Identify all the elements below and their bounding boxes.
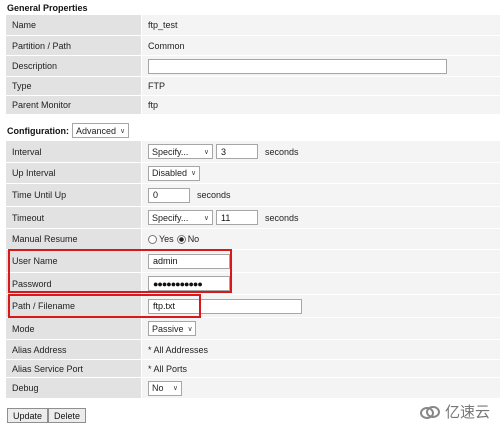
watermark-text: 亿速云 xyxy=(444,404,490,421)
alias-address-value: * All Addresses xyxy=(142,340,500,360)
interval-cell: Specify... ∨ seconds xyxy=(142,141,500,163)
alias-address-label: Alias Address xyxy=(6,340,141,360)
user-name-row: User Name xyxy=(6,250,500,273)
chevron-down-icon: ∨ xyxy=(172,385,178,392)
password-label: Password xyxy=(6,273,141,295)
update-button[interactable]: Update xyxy=(7,408,49,423)
name-value: ftp_test xyxy=(142,15,500,36)
up-interval-select[interactable]: Disabled ∨ xyxy=(148,165,200,181)
debug-cell: No ∨ xyxy=(142,378,500,399)
password-row: Password xyxy=(6,273,500,295)
mode-row: Mode Passive ∨ xyxy=(6,318,500,340)
chevron-down-icon: ∨ xyxy=(187,325,193,333)
parent-monitor-value: ftp xyxy=(142,96,500,115)
interval-row: Interval Specify... ∨ seconds xyxy=(6,141,500,163)
configuration-label: Configuration: xyxy=(7,125,69,136)
description-cell xyxy=(142,56,500,77)
timeout-input[interactable] xyxy=(216,210,258,225)
timeout-unit: seconds xyxy=(265,212,299,223)
delete-button[interactable]: Delete xyxy=(48,408,87,423)
timeout-label: Timeout xyxy=(6,207,141,229)
configuration-mode-select[interactable]: Advanced ∨ xyxy=(72,123,130,138)
manual-resume-cell: Yes No xyxy=(142,229,500,250)
name-row: Name ftp_test xyxy=(6,15,500,36)
path-filename-label: Path / Filename xyxy=(6,295,141,318)
interval-input[interactable] xyxy=(216,144,258,159)
debug-select-value: No xyxy=(152,383,164,393)
time-until-up-input[interactable] xyxy=(148,187,190,203)
configuration-mode-value: Advanced xyxy=(76,125,117,136)
manual-resume-label: Manual Resume xyxy=(6,229,141,250)
chevron-down-icon: ∨ xyxy=(120,127,126,135)
user-name-input[interactable] xyxy=(148,253,230,269)
timeout-row: Timeout Specify... ∨ seconds xyxy=(6,207,500,229)
manual-resume-row: Manual Resume Yes No xyxy=(6,229,500,250)
manual-resume-yes-label: Yes xyxy=(159,234,174,244)
interval-label: Interval xyxy=(6,141,141,163)
description-label: Description xyxy=(6,56,141,77)
path-filename-row: Path / Filename xyxy=(6,295,500,318)
parent-monitor-label: Parent Monitor xyxy=(6,96,141,115)
timeout-select[interactable]: Specify... ∨ xyxy=(148,210,213,225)
parent-monitor-row: Parent Monitor ftp xyxy=(6,96,500,115)
chevron-down-icon: ∨ xyxy=(191,170,197,177)
mode-select[interactable]: Passive ∨ xyxy=(148,321,196,336)
password-input[interactable] xyxy=(148,276,230,291)
time-until-up-label: Time Until Up xyxy=(6,184,141,207)
path-filename-input[interactable] xyxy=(148,298,302,314)
type-value: FTP xyxy=(142,77,500,96)
name-label: Name xyxy=(6,15,141,36)
alias-service-port-row: Alias Service Port * All Ports xyxy=(6,360,500,378)
description-row: Description xyxy=(6,56,500,77)
cloud-logo-icon xyxy=(419,405,440,419)
mode-cell: Passive ∨ xyxy=(142,318,500,340)
type-label: Type xyxy=(6,77,141,96)
configuration-header: Configuration: Advanced ∨ xyxy=(7,123,500,138)
interval-select[interactable]: Specify... ∨ xyxy=(148,144,213,159)
debug-label: Debug xyxy=(6,378,141,399)
manual-resume-no-radio[interactable] xyxy=(176,234,186,244)
partition-row: Partition / Path Common xyxy=(6,36,500,56)
partition-label: Partition / Path xyxy=(6,36,141,56)
time-until-up-unit: seconds xyxy=(197,190,231,200)
path-filename-cell xyxy=(142,295,500,318)
watermark: 亿速云 xyxy=(419,401,490,422)
alias-address-row: Alias Address * All Addresses xyxy=(6,340,500,360)
up-interval-label: Up Interval xyxy=(6,163,141,184)
type-row: Type FTP xyxy=(6,77,500,96)
debug-select[interactable]: No ∨ xyxy=(148,380,182,396)
chevron-down-icon: ∨ xyxy=(203,214,209,222)
up-interval-select-value: Disabled xyxy=(152,168,188,178)
partition-value: Common xyxy=(142,36,500,56)
manual-resume-yes-radio[interactable] xyxy=(148,234,157,244)
time-until-up-cell: seconds xyxy=(142,184,500,207)
timeout-cell: Specify... ∨ seconds xyxy=(142,207,500,229)
up-interval-row: Up Interval Disabled ∨ xyxy=(6,163,500,184)
general-properties-header: General Properties xyxy=(7,3,88,13)
interval-unit: seconds xyxy=(265,146,299,157)
time-until-up-row: Time Until Up seconds xyxy=(6,184,500,207)
user-name-label: User Name xyxy=(6,250,141,273)
password-cell xyxy=(142,273,500,295)
alias-service-port-value: * All Ports xyxy=(142,360,500,378)
description-input[interactable] xyxy=(148,58,447,74)
chevron-down-icon: ∨ xyxy=(203,148,209,156)
debug-row: Debug No ∨ xyxy=(6,378,500,399)
timeout-select-value: Specify... xyxy=(152,212,189,223)
mode-select-value: Passive xyxy=(152,323,184,334)
user-name-cell xyxy=(142,250,500,273)
alias-service-port-label: Alias Service Port xyxy=(6,360,141,378)
up-interval-cell: Disabled ∨ xyxy=(142,163,500,184)
mode-label: Mode xyxy=(6,318,141,340)
manual-resume-no-label: No xyxy=(187,234,200,244)
interval-select-value: Specify... xyxy=(152,146,189,157)
